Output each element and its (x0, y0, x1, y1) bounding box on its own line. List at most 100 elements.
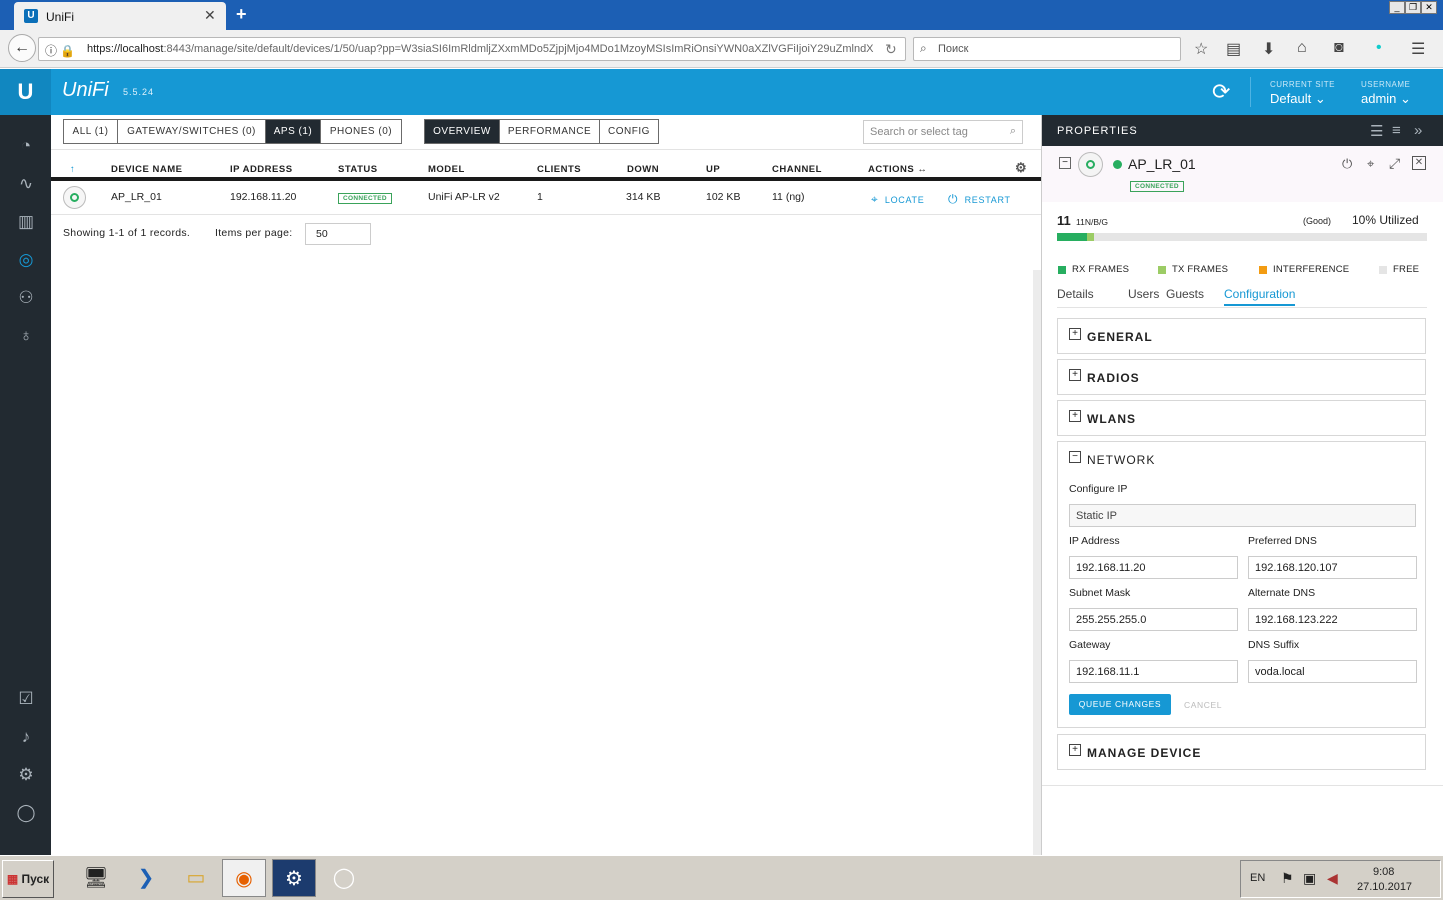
restart-icon[interactable]: ⏻ (1342, 156, 1352, 172)
clock-time[interactable]: 9:08 (1373, 866, 1394, 878)
unifi-controller-icon[interactable]: ⚙ (272, 859, 316, 897)
configure-ip-select[interactable]: Static IP (1069, 504, 1416, 527)
bookmark-star-icon[interactable]: ☆ (1194, 39, 1208, 59)
tab-overview[interactable]: OVERVIEW (424, 119, 500, 144)
settings-gear-icon[interactable]: ⚙ (16, 765, 36, 785)
device-status-icon (63, 186, 86, 209)
ip-address-input[interactable]: 192.168.11.20 (1069, 556, 1238, 579)
tab-config[interactable]: CONFIG (599, 119, 659, 144)
filter-phones[interactable]: PHONES (0) (320, 119, 402, 144)
locate-button[interactable]: ⌖ LOCATE (871, 192, 924, 207)
collapse-panel-icon[interactable]: » (1414, 122, 1422, 139)
collapse-minus-icon[interactable]: − (1069, 451, 1081, 463)
clients-icon[interactable]: ⚇ (16, 288, 36, 308)
col-clients[interactable]: CLIENTS (537, 164, 581, 175)
col-model[interactable]: MODEL (428, 164, 465, 175)
menu-hamburger-icon[interactable]: ☰ (1411, 39, 1425, 59)
gateway-input[interactable]: 192.168.11.1 (1069, 660, 1238, 683)
site-info-icon[interactable]: ⓘ 🔒 (45, 42, 75, 59)
powershell-icon[interactable]: ❯ (124, 859, 168, 897)
section-manage-device[interactable]: + MANAGE DEVICE (1057, 734, 1426, 770)
clock-date[interactable]: 27.10.2017 (1357, 881, 1412, 893)
col-down[interactable]: DOWN (627, 164, 659, 175)
volume-muted-icon[interactable]: ◀ (1327, 870, 1338, 887)
alternate-dns-input[interactable]: 192.168.123.222 (1248, 608, 1417, 631)
section-title[interactable]: NETWORK (1087, 453, 1155, 467)
tab-users[interactable]: Users (1128, 287, 1159, 301)
close-icon[interactable]: ✕ (1412, 156, 1426, 170)
locate-pin-icon[interactable]: ⌖ (1367, 156, 1374, 172)
col-channel[interactable]: CHANNEL (772, 164, 822, 175)
reading-list-icon[interactable]: ▤ (1226, 39, 1241, 59)
server-manager-icon[interactable]: 🖥 (74, 859, 118, 897)
menu-icon[interactable]: ≡ (1392, 122, 1401, 139)
insights-icon[interactable]: ♁ (16, 326, 36, 346)
tab-guests[interactable]: Guests (1166, 287, 1204, 301)
minimize-window-icon[interactable]: _ (1389, 1, 1405, 14)
browser-tab[interactable]: U UniFi ✕ (14, 2, 226, 30)
pocket-icon[interactable]: ◙ (1334, 39, 1344, 57)
new-tab-icon[interactable]: + (236, 4, 247, 25)
section-wlans[interactable]: + WLANS (1057, 400, 1426, 436)
col-status[interactable]: STATUS (338, 164, 378, 175)
col-actions[interactable]: ACTIONS ↔ (868, 164, 927, 175)
tab-configuration[interactable]: Configuration (1224, 287, 1296, 306)
unifi-ap-icon[interactable]: ◯ (322, 859, 366, 897)
statistics-icon[interactable]: ∿ (16, 174, 36, 194)
filter-all[interactable]: ALL (1) (63, 119, 118, 144)
column-settings-icon[interactable]: ⚙ (1015, 160, 1027, 176)
tab-details[interactable]: Details (1057, 287, 1094, 301)
expand-icon[interactable]: ⤢ (1389, 155, 1400, 172)
map-icon[interactable]: ▥ (16, 212, 36, 232)
filter-gateways[interactable]: GATEWAY/SWITCHES (0) (117, 119, 266, 144)
action-center-flag-icon[interactable]: ⚑ (1281, 870, 1294, 887)
list-view-icon[interactable]: ☰ (1370, 122, 1383, 140)
dashboard-icon[interactable]: ◔ (16, 136, 36, 156)
extension-icon[interactable]: • (1376, 39, 1382, 57)
windows-logo-icon: ▦ (6, 872, 19, 886)
cancel-button[interactable]: CANCEL (1184, 700, 1222, 710)
cell-device-name[interactable]: AP_LR_01 (111, 191, 162, 203)
close-window-icon[interactable]: ✕ (1421, 1, 1437, 14)
browser-search-input[interactable]: ⌕ Поиск (913, 37, 1181, 61)
preferred-dns-input[interactable]: 192.168.120.107 (1248, 556, 1417, 579)
download-icon[interactable]: ⬇ (1262, 39, 1275, 59)
items-per-page-input[interactable]: 50 (305, 223, 371, 245)
collapse-icon[interactable]: − (1059, 157, 1071, 169)
chat-support-icon[interactable]: ◯ (16, 803, 36, 823)
events-icon[interactable]: ☑ (16, 689, 36, 709)
explorer-folder-icon[interactable]: ▭ (174, 859, 218, 897)
filter-aps[interactable]: APS (1) (265, 119, 321, 144)
sort-arrow-icon[interactable]: ↑ (70, 164, 75, 175)
user-menu[interactable]: admin ⌄ (1361, 91, 1411, 107)
firefox-icon[interactable]: ◉ (222, 859, 266, 897)
scrollbar[interactable] (1033, 270, 1041, 855)
col-ip-address[interactable]: IP ADDRESS (230, 164, 293, 175)
alerts-bell-icon[interactable]: ♪ (16, 727, 36, 747)
reload-icon[interactable]: ↻ (885, 41, 897, 58)
close-tab-icon[interactable]: ✕ (204, 7, 216, 24)
section-radios[interactable]: + RADIOS (1057, 359, 1426, 395)
devices-icon[interactable]: ◎ (16, 250, 36, 270)
device-icon (1078, 152, 1103, 177)
home-icon[interactable]: ⌂ (1297, 39, 1307, 57)
url-bar[interactable]: ⓘ 🔒 https://localhost:8443/manage/site/d… (38, 37, 906, 61)
back-arrow-icon[interactable]: ← (8, 34, 36, 62)
current-site-selector[interactable]: Default ⌄ (1270, 91, 1326, 107)
dns-suffix-input[interactable]: voda.local (1248, 660, 1417, 683)
restore-window-icon[interactable]: ❐ (1405, 1, 1421, 14)
tag-search-input[interactable]: Search or select tag ⌕ (863, 120, 1023, 144)
ubiquiti-logo-icon[interactable]: U (0, 69, 51, 115)
col-up[interactable]: UP (706, 164, 720, 175)
subnet-mask-input[interactable]: 255.255.255.0 (1069, 608, 1238, 631)
cell-down: 314 KB (626, 191, 661, 203)
queue-changes-button[interactable]: QUEUE CHANGES (1069, 694, 1171, 715)
start-button[interactable]: ▦ Пуск (2, 860, 54, 898)
section-general[interactable]: + GENERAL (1057, 318, 1426, 354)
restart-button[interactable]: ⏻ RESTART (948, 192, 1011, 207)
network-icon[interactable]: ▣ (1303, 870, 1316, 887)
tab-performance[interactable]: PERFORMANCE (499, 119, 600, 144)
col-device-name[interactable]: DEVICE NAME (111, 164, 182, 175)
language-indicator[interactable]: EN (1250, 872, 1265, 884)
refresh-sync-icon[interactable]: ⟳ (1212, 79, 1230, 105)
